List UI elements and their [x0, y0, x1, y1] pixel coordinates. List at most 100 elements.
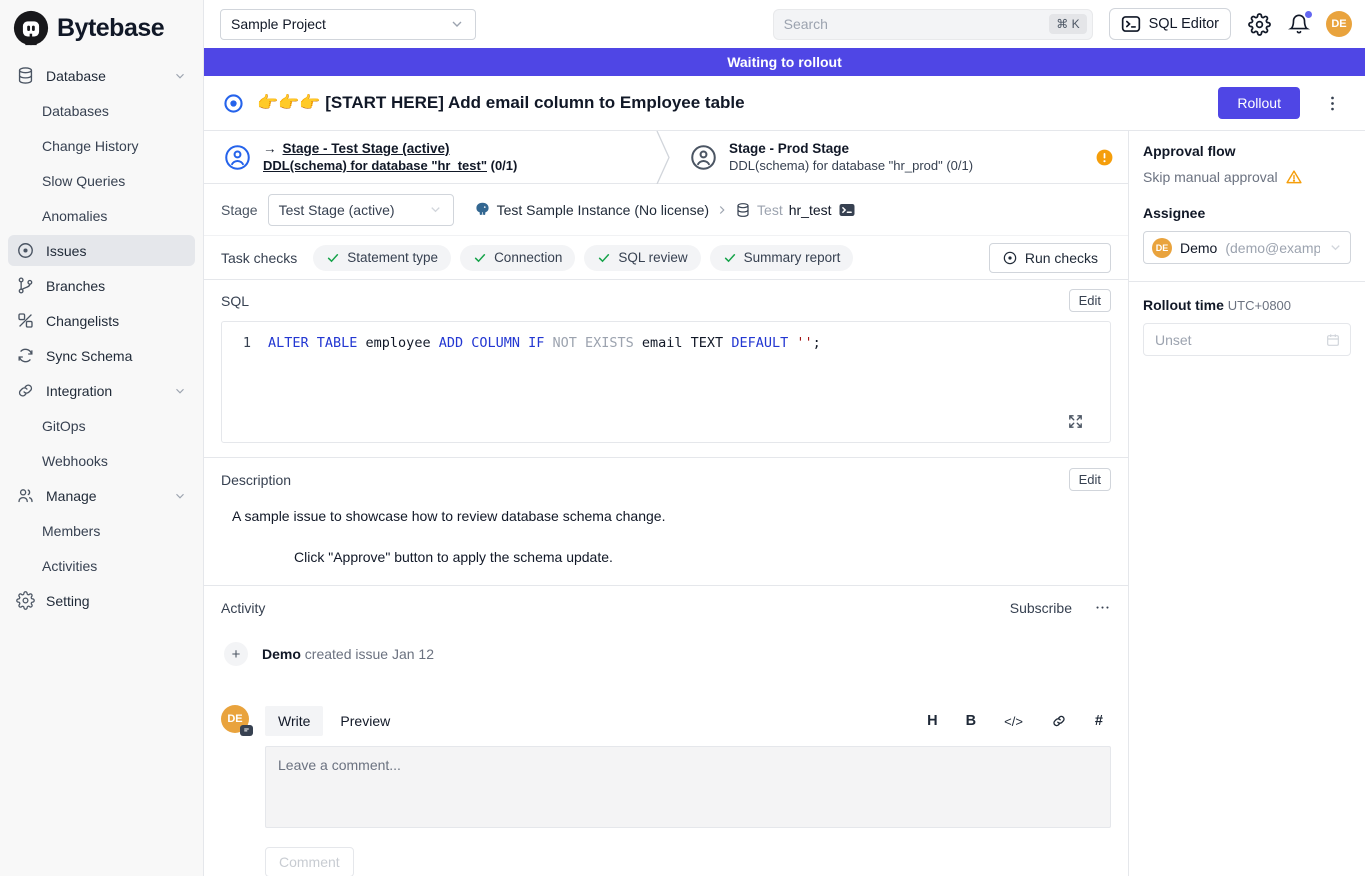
- sidebar-item-integration[interactable]: Integration: [8, 375, 195, 406]
- status-banner: Waiting to rollout: [204, 48, 1365, 76]
- sidebar-item-issues[interactable]: Issues: [8, 235, 195, 266]
- main-area: Sample Project ⌘ K SQL Editor DE Waiting…: [204, 0, 1365, 876]
- stage-card-test[interactable]: → Stage - Test Stage (active) DDL(schema…: [204, 131, 656, 183]
- database-icon: [735, 202, 751, 218]
- hash-icon[interactable]: #: [1095, 713, 1103, 729]
- description-edit-button[interactable]: Edit: [1069, 468, 1111, 491]
- project-select-value: Sample Project: [231, 16, 326, 32]
- status-banner-text: Waiting to rollout: [727, 54, 842, 70]
- stage-select-value: Test Stage (active): [279, 202, 395, 218]
- sql-section: SQL Edit 1 ALTER TABLE employee ADD COLU…: [204, 280, 1128, 458]
- check-pill-connection[interactable]: Connection: [460, 245, 575, 271]
- stage-select[interactable]: Test Stage (active): [268, 194, 454, 226]
- sidebar-label: Sync Schema: [46, 348, 132, 364]
- assignee-avatar: DE: [1152, 238, 1172, 258]
- subscribe-button[interactable]: Subscribe: [1010, 600, 1072, 616]
- settings-gear-icon[interactable]: [1248, 13, 1271, 36]
- check-pill-label: SQL review: [618, 250, 687, 265]
- project-select[interactable]: Sample Project: [220, 9, 476, 40]
- approval-flow-value: Skip manual approval: [1143, 168, 1351, 186]
- rollout-button[interactable]: Rollout: [1218, 87, 1300, 119]
- sidebar-label: Activities: [42, 558, 97, 574]
- activity-actor: Demo: [262, 646, 301, 662]
- stage-title: Stage - Prod Stage: [729, 141, 849, 156]
- sql-editor-label: SQL Editor: [1149, 16, 1219, 32]
- sql-token: '': [796, 335, 812, 351]
- instance-breadcrumb: Test Sample Instance (No license) Test h…: [474, 201, 856, 219]
- check-pill-summary-report[interactable]: Summary report: [710, 245, 854, 271]
- code-icon[interactable]: </>: [1004, 714, 1023, 729]
- tab-preview[interactable]: Preview: [327, 706, 403, 736]
- plus-icon: +: [224, 642, 248, 666]
- sidebar-item-anomalies[interactable]: Anomalies: [8, 200, 195, 231]
- link-icon[interactable]: [1051, 713, 1067, 729]
- stage-card-prod[interactable]: Stage - Prod Stage DDL(schema) for datab…: [670, 131, 1128, 183]
- comment-textarea[interactable]: [265, 746, 1111, 828]
- rollout-time-label: Rollout time UTC+0800: [1143, 297, 1351, 313]
- assignee-email: (demo@example: [1225, 240, 1320, 256]
- sidebar-item-databases[interactable]: Databases: [8, 95, 195, 126]
- open-sql-editor-icon[interactable]: [838, 201, 856, 219]
- chevron-down-icon: [173, 69, 187, 83]
- check-pill-label: Summary report: [744, 250, 841, 265]
- person-circle-icon: [690, 144, 717, 171]
- sql-editor-button[interactable]: SQL Editor: [1109, 8, 1231, 40]
- line-number: 1: [222, 335, 268, 351]
- comment-submit-button[interactable]: Comment: [265, 847, 354, 876]
- sidebar-item-activities[interactable]: Activities: [8, 550, 195, 581]
- chevron-down-icon: [449, 16, 465, 32]
- expand-fullscreen-icon[interactable]: [1067, 413, 1084, 430]
- user-avatar[interactable]: DE: [1326, 11, 1352, 37]
- instance-name[interactable]: Test Sample Instance (No license): [497, 202, 709, 218]
- check-icon: [326, 251, 340, 265]
- search-input[interactable]: [784, 16, 1050, 32]
- panel-divider: [1129, 281, 1365, 282]
- sidebar-item-database[interactable]: Database: [8, 60, 195, 91]
- check-pill-statement-type[interactable]: Statement type: [313, 245, 451, 271]
- sidebar-item-webhooks[interactable]: Webhooks: [8, 445, 195, 476]
- activity-event: + Demo created issue Jan 12: [224, 642, 1111, 666]
- stage-label: Stage: [221, 202, 258, 218]
- tab-write[interactable]: Write: [265, 706, 323, 736]
- sidebar-item-gitops[interactable]: GitOps: [8, 410, 195, 441]
- sidebar-label: Integration: [46, 383, 112, 399]
- markdown-toolbar: H B </> #: [927, 713, 1111, 729]
- bold-icon[interactable]: B: [966, 713, 976, 729]
- sidebar-item-members[interactable]: Members: [8, 515, 195, 546]
- sidebar-item-manage[interactable]: Manage: [8, 480, 195, 511]
- sql-token: NOT EXISTS: [553, 335, 642, 351]
- sidebar-label: Slow Queries: [42, 173, 125, 189]
- run-checks-button[interactable]: Run checks: [989, 243, 1111, 273]
- notification-bell-icon[interactable]: [1288, 13, 1310, 35]
- rollout-time-input[interactable]: Unset: [1143, 323, 1351, 356]
- sql-token: ADD COLUMN IF: [439, 335, 553, 351]
- comment-avatar-initials: DE: [227, 713, 242, 725]
- run-checks-label: Run checks: [1025, 250, 1098, 266]
- sidebar-item-change-history[interactable]: Change History: [8, 130, 195, 161]
- sidebar-item-branches[interactable]: Branches: [8, 270, 195, 301]
- kebab-menu-icon[interactable]: [1323, 94, 1342, 113]
- check-pill-sql-review[interactable]: SQL review: [584, 245, 700, 271]
- chevron-down-icon: [428, 202, 443, 217]
- search-box[interactable]: ⌘ K: [773, 9, 1093, 40]
- bytebase-logo[interactable]: Bytebase: [0, 0, 203, 56]
- sync-icon: [16, 346, 35, 365]
- database-name[interactable]: hr_test: [789, 202, 832, 218]
- sidebar-item-changelists[interactable]: Changelists: [8, 305, 195, 336]
- sql-edit-button[interactable]: Edit: [1069, 289, 1111, 312]
- notification-dot: [1305, 11, 1312, 18]
- assignee-select[interactable]: DE Demo (demo@example: [1143, 231, 1351, 264]
- sidebar-label: Webhooks: [42, 453, 108, 469]
- sidebar-item-sync-schema[interactable]: Sync Schema: [8, 340, 195, 371]
- sql-code-line: 1 ALTER TABLE employee ADD COLUMN IF NOT…: [222, 335, 1110, 351]
- sql-token: ;: [813, 335, 821, 351]
- sql-token: DEFAULT: [731, 335, 796, 351]
- sidebar-item-setting[interactable]: Setting: [8, 585, 195, 616]
- heading-icon[interactable]: H: [927, 713, 937, 729]
- search-shortcut-badge: ⌘ K: [1049, 14, 1086, 34]
- more-actions-icon[interactable]: [1094, 599, 1111, 616]
- sql-editor[interactable]: 1 ALTER TABLE employee ADD COLUMN IF NOT…: [221, 321, 1111, 443]
- assignee-label: Assignee: [1143, 205, 1351, 221]
- description-line: Click "Approve" button to apply the sche…: [294, 549, 1111, 565]
- sidebar-item-slow-queries[interactable]: Slow Queries: [8, 165, 195, 196]
